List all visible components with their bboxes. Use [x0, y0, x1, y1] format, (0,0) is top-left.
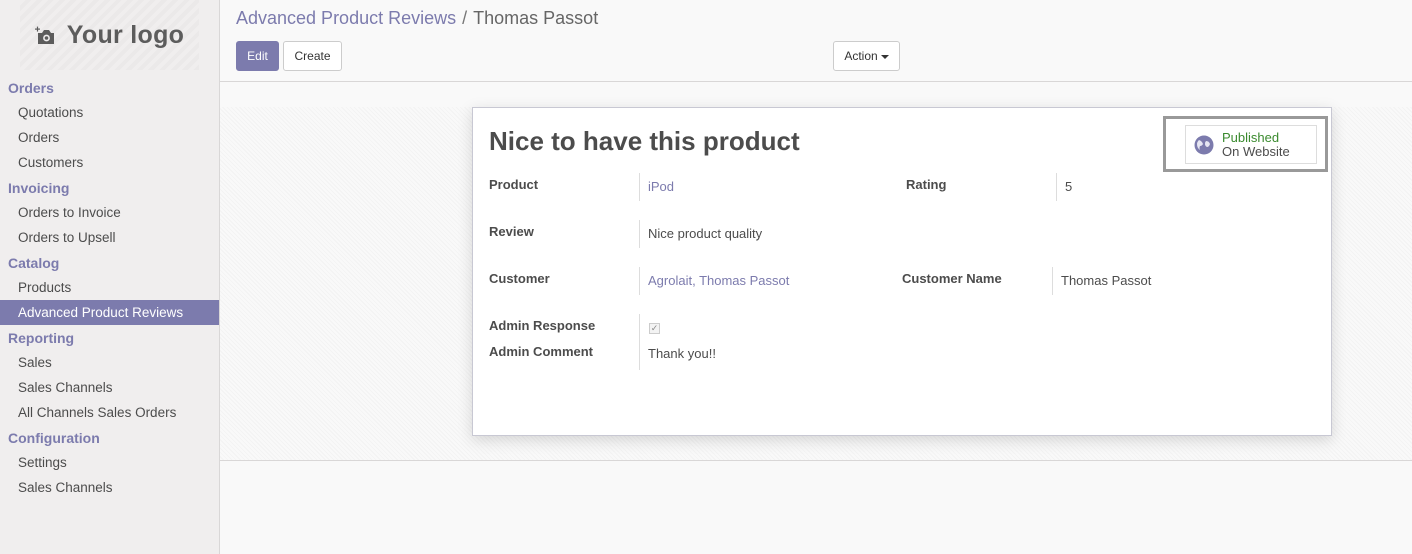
product-field[interactable]: iPod	[639, 173, 674, 201]
published-status: Published On Website	[1222, 131, 1290, 159]
sidebar-item-products[interactable]: Products	[0, 275, 219, 300]
rating-label: Rating	[906, 177, 947, 192]
form-view: Nice to have this product Published On W…	[220, 107, 1412, 461]
breadcrumb: Advanced Product Reviews / Thomas Passot	[236, 8, 598, 29]
rating-field: 5	[1056, 173, 1072, 201]
control-panel: Advanced Product Reviews / Thomas Passot E…	[220, 0, 1412, 82]
menu-section-orders: Orders	[8, 80, 54, 96]
caret-down-icon	[880, 54, 889, 59]
sidebar-item-orders-to-upsell[interactable]: Orders to Upsell	[0, 225, 219, 250]
form-sheet: Nice to have this product Published On W…	[472, 107, 1332, 436]
menu-section-catalog: Catalog	[8, 255, 60, 271]
admin-response-checkbox[interactable]: ✓	[649, 323, 660, 334]
breadcrumb-separator: /	[462, 8, 468, 28]
review-label: Review	[489, 224, 534, 239]
breadcrumb-current: Thomas Passot	[473, 8, 599, 28]
sidebar-item-all-channels-sales-orders[interactable]: All Channels Sales Orders	[0, 400, 219, 425]
sidebar-item-quotations[interactable]: Quotations	[0, 100, 219, 125]
logo-text: Your logo	[66, 20, 185, 49]
menu-section-invoicing: Invoicing	[8, 180, 70, 196]
create-button[interactable]: Create	[283, 41, 342, 71]
customer-field[interactable]: Agrolait, Thomas Passot	[639, 267, 789, 295]
menu-section-reporting: Reporting	[8, 330, 75, 346]
admin-comment-field: Thank you!!	[648, 346, 716, 361]
camera-plus-icon	[34, 26, 57, 44]
edit-button[interactable]: Edit	[236, 41, 279, 71]
customer-label: Customer	[489, 271, 550, 286]
globe-icon	[1194, 135, 1214, 155]
admin-response-field-group	[639, 314, 648, 370]
review-field: Nice product quality	[639, 220, 762, 248]
company-logo[interactable]: Your logo	[20, 0, 199, 70]
sidebar-item-advanced-product-reviews[interactable]: Advanced Product Reviews	[0, 300, 219, 325]
breadcrumb-parent[interactable]: Advanced Product Reviews	[236, 8, 456, 28]
on-website-label: On Website	[1222, 144, 1290, 159]
admin-comment-label: Admin Comment	[489, 344, 593, 359]
published-toggle-button[interactable]: Published On Website	[1185, 125, 1317, 164]
action-dropdown-button[interactable]: Action	[833, 41, 900, 71]
sidebar: Your logo Orders Quotations Orders Custo…	[0, 0, 220, 554]
customer-name-label: Customer Name	[902, 271, 1002, 286]
published-label: Published	[1222, 130, 1280, 145]
sidebar-item-sales[interactable]: Sales	[0, 350, 219, 375]
product-label: Product	[489, 177, 539, 192]
record-title: Nice to have this product	[489, 126, 800, 156]
action-label: Action	[844, 49, 878, 63]
sidebar-item-config-sales-channels[interactable]: Sales Channels	[0, 475, 219, 500]
menu-section-configuration: Configuration	[8, 430, 100, 446]
sidebar-item-orders-to-invoice[interactable]: Orders to Invoice	[0, 200, 219, 225]
admin-response-label: Admin Response	[489, 318, 596, 333]
sidebar-item-orders[interactable]: Orders	[0, 125, 219, 150]
sidebar-item-customers[interactable]: Customers	[0, 150, 219, 175]
customer-name-field: Thomas Passot	[1052, 267, 1151, 295]
sidebar-item-settings[interactable]: Settings	[0, 450, 219, 475]
sidebar-item-sales-channels[interactable]: Sales Channels	[0, 375, 219, 400]
published-highlight-frame: Published On Website	[1163, 116, 1328, 172]
